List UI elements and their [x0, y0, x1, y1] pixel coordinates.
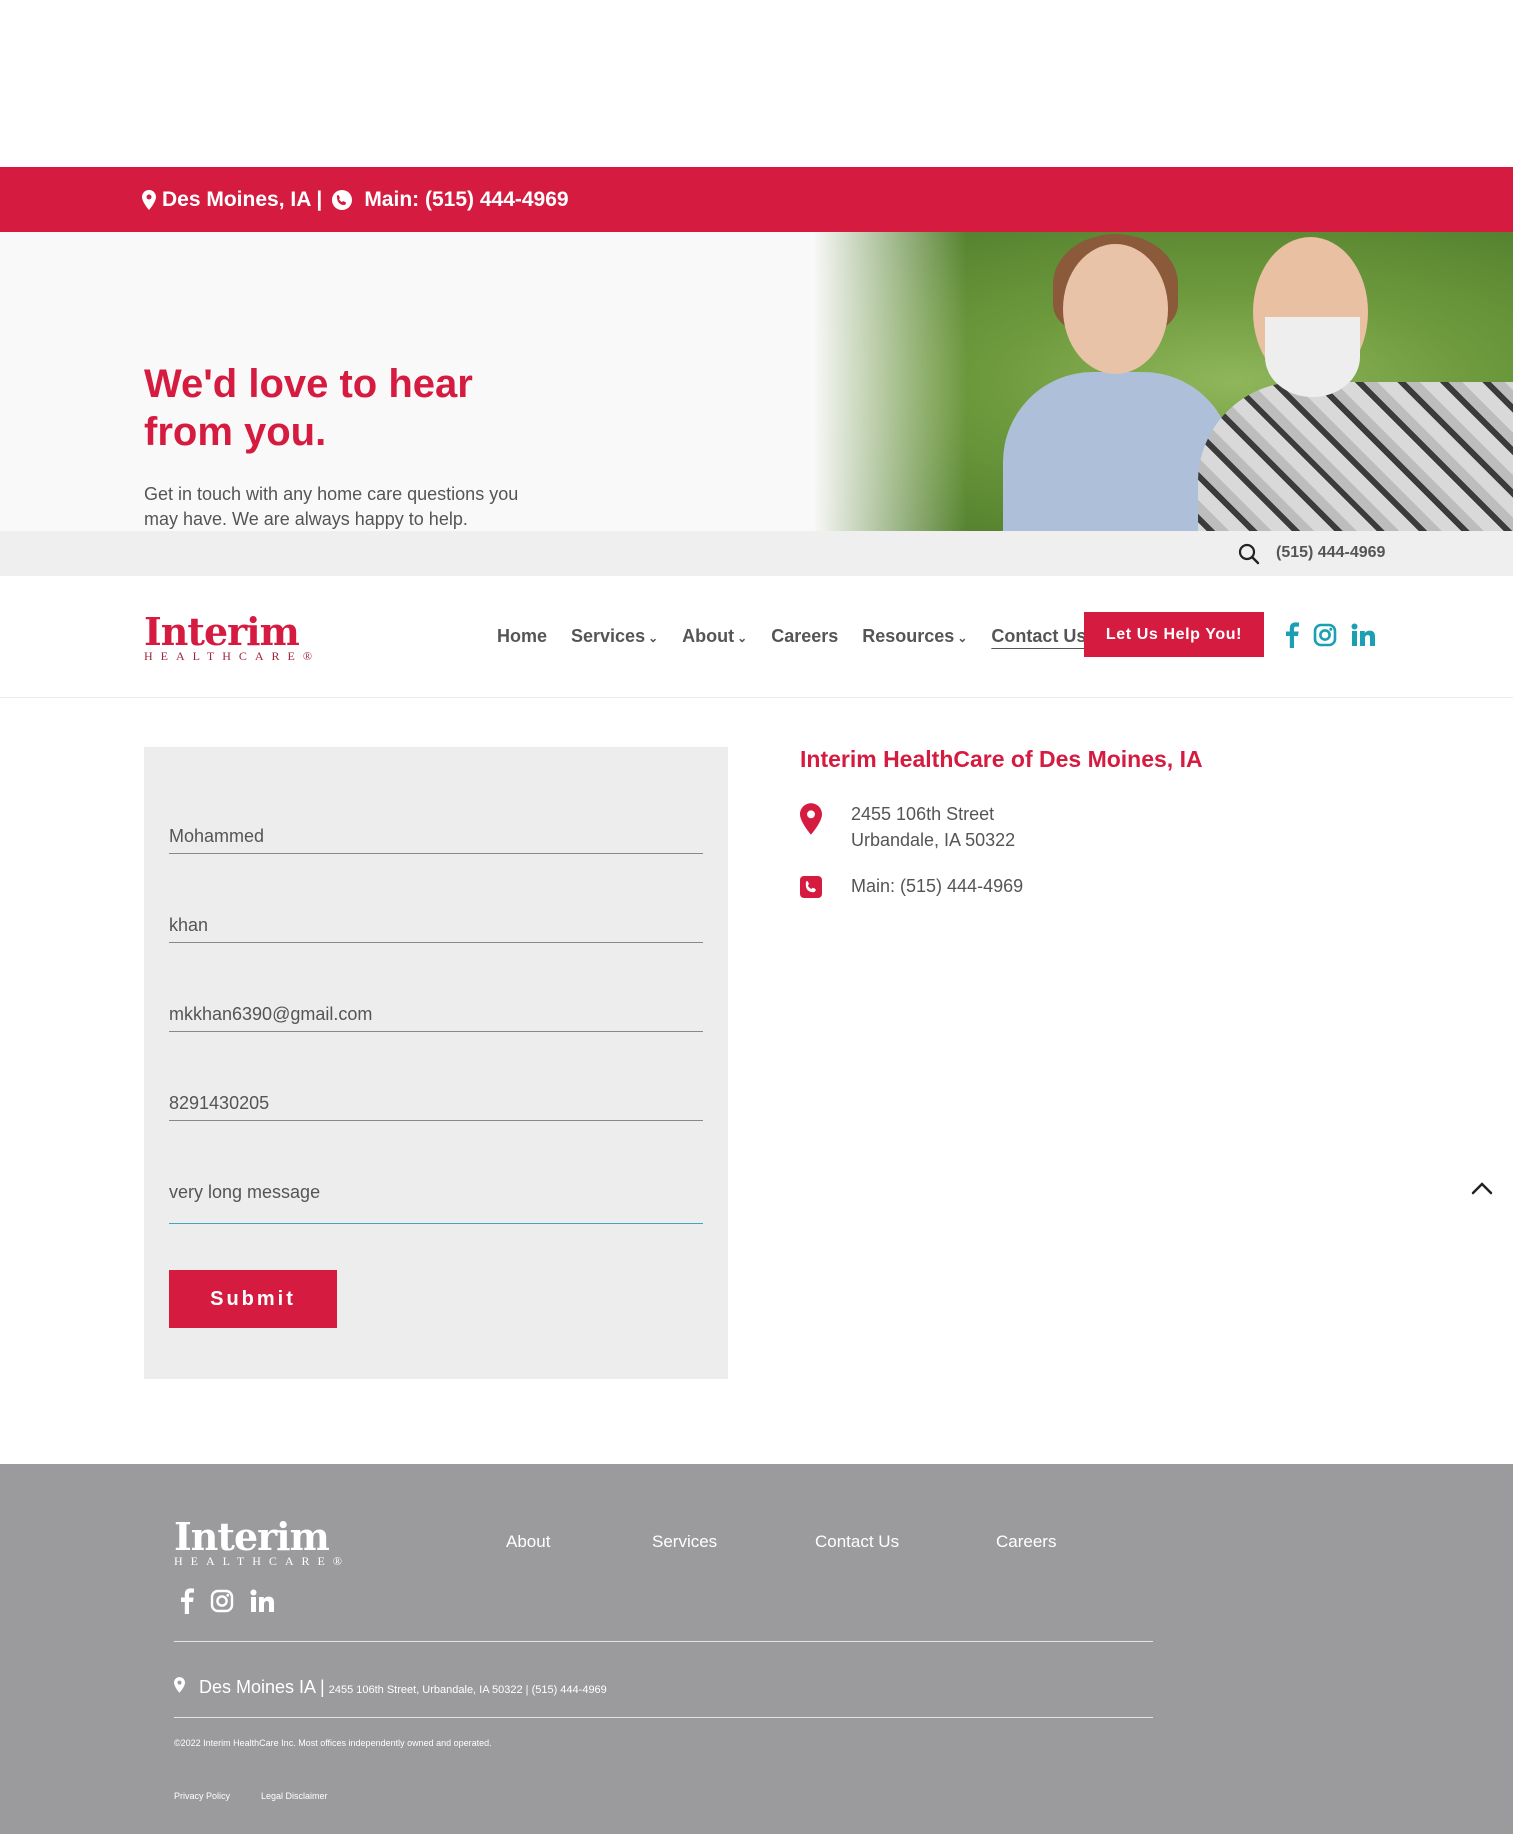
facebook-icon[interactable]: [1285, 622, 1299, 653]
utility-phone-link[interactable]: (515) 444-4969: [1276, 544, 1385, 562]
first-name-field[interactable]: Mohammed: [169, 826, 703, 854]
nav-item-home[interactable]: Home: [497, 626, 547, 647]
search-icon[interactable]: [1238, 543, 1260, 570]
message-textarea[interactable]: very long message: [169, 1182, 703, 1224]
email-field[interactable]: mkkhan6390@gmail.com: [169, 1004, 703, 1032]
linkedin-icon[interactable]: [1351, 623, 1375, 652]
header-social-links: [1285, 622, 1375, 653]
footer-link-careers[interactable]: Careers: [996, 1532, 1056, 1552]
footer-logo-word: Interim: [174, 1514, 330, 1559]
map-pin-icon: [142, 189, 156, 210]
legal-disclaimer-link[interactable]: Legal Disclaimer: [261, 1791, 328, 1801]
office-info: Interim HealthCare of Des Moines, IA 245…: [800, 746, 1203, 898]
hero-subtitle: Get in touch with any home care question…: [144, 484, 519, 529]
nav-item-services[interactable]: Services ⌄: [571, 626, 658, 647]
privacy-policy-link[interactable]: Privacy Policy: [174, 1791, 230, 1801]
phone-icon: [800, 876, 822, 903]
contact-form: Mohammed khan mkkhan6390@gmail.com 82914…: [144, 747, 728, 1379]
map-pin-icon: [800, 803, 822, 840]
chevron-down-icon: ⌄: [737, 631, 748, 645]
address-line-2: Urbandale, IA 50322: [851, 830, 1016, 850]
site-footer: Interim HEALTHCARE® About Services Conta…: [0, 1464, 1513, 1834]
logo-word: Interim: [144, 609, 300, 654]
footer-link-about[interactable]: About: [506, 1532, 550, 1552]
nav-item-contact-us[interactable]: Contact Us: [991, 626, 1086, 647]
copyright-text: ©2022 Interim HealthCare Inc. Most offic…: [174, 1738, 492, 1748]
address-line-1: 2455 106th Street: [851, 804, 995, 824]
nav-item-about[interactable]: About ⌄: [682, 626, 747, 647]
phone-icon: [332, 189, 353, 210]
topbar-phone[interactable]: Main: (515) 444-4969: [364, 188, 568, 212]
map-pin-icon: [174, 1677, 185, 1698]
office-phone-text[interactable]: Main: (515) 444-4969: [851, 876, 1023, 897]
logo-tagline: HEALTHCARE®: [144, 649, 321, 663]
hero-title: We'd love to hear from you.: [144, 362, 473, 454]
footer-link-contact-us[interactable]: Contact Us: [815, 1532, 899, 1552]
utility-bar: (515) 444-4969: [0, 531, 1513, 576]
last-name-field[interactable]: khan: [169, 915, 703, 943]
interim-logo[interactable]: Interim HEALTHCARE®: [144, 609, 321, 664]
main-navigation: Interim HEALTHCARE® Home Services ⌄ About…: [0, 576, 1513, 698]
footer-social-links: [180, 1588, 274, 1619]
footer-divider: [174, 1641, 1153, 1642]
facebook-icon[interactable]: [180, 1588, 194, 1619]
nav-item-resources[interactable]: Resources ⌄: [862, 626, 967, 647]
submit-button[interactable]: Submit: [169, 1270, 337, 1328]
footer-full-address: 2455 106th Street, Urbandale, IA 50322 |…: [328, 1684, 607, 1696]
office-title: Interim HealthCare of Des Moines, IA: [800, 746, 1203, 772]
footer-divider: [174, 1717, 1153, 1718]
footer-location: Des Moines IA | 2455 106th Street, Urban…: [174, 1677, 607, 1698]
linkedin-icon[interactable]: [250, 1589, 274, 1618]
topbar-location: Des Moines, IA |: [162, 187, 323, 211]
chevron-down-icon: ⌄: [957, 631, 968, 645]
footer-link-services[interactable]: Services: [652, 1532, 717, 1552]
hero-section: We'd love to hear from you. Get in touch…: [0, 232, 1513, 531]
chevron-up-icon[interactable]: [1470, 1180, 1494, 1201]
chevron-down-icon: ⌄: [648, 631, 659, 645]
hero-photo: [813, 232, 1513, 531]
top-location-bar: Des Moines, IA | Main: (515) 444-4969: [0, 167, 1513, 232]
footer-city: Des Moines IA |: [199, 1677, 325, 1697]
footer-logo-tagline: HEALTHCARE®: [174, 1554, 351, 1568]
footer-logo[interactable]: Interim HEALTHCARE®: [174, 1514, 351, 1568]
let-us-help-button[interactable]: Let Us Help You!: [1084, 612, 1264, 657]
phone-field[interactable]: 8291430205: [169, 1093, 703, 1121]
nav-menu: Home Services ⌄ About ⌄ Careers Resources ⌄…: [497, 626, 1110, 647]
nav-item-careers[interactable]: Careers: [771, 626, 838, 647]
instagram-icon[interactable]: [1313, 623, 1337, 652]
instagram-icon[interactable]: [210, 1589, 234, 1618]
